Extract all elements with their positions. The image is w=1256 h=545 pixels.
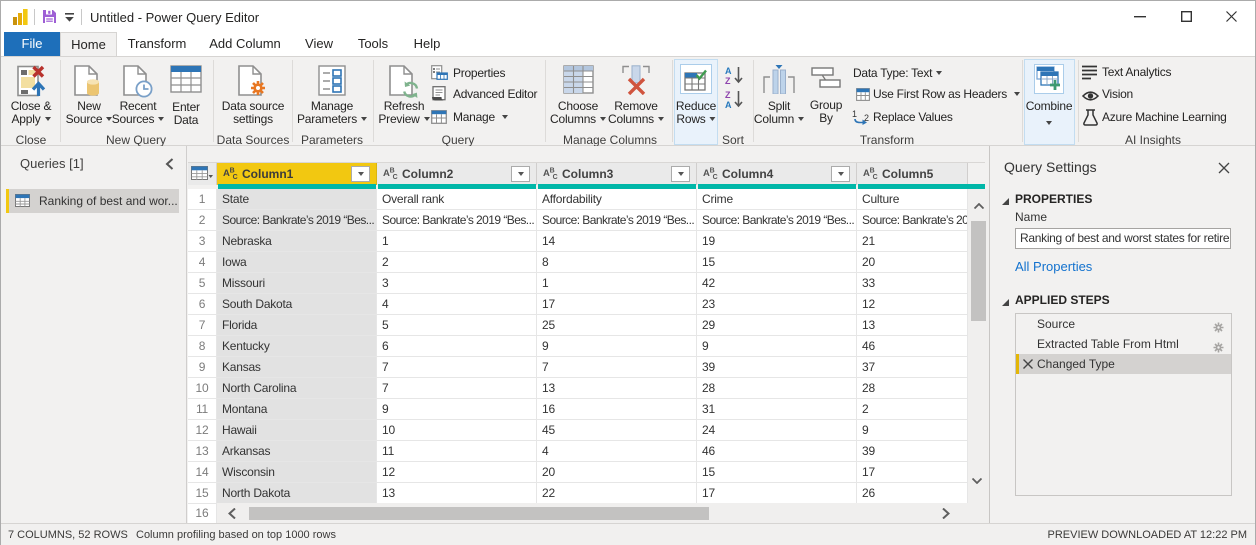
svg-text:C: C [233,174,238,180]
svg-text:1: 1 [852,109,857,119]
svg-text:C: C [713,174,718,180]
svg-text:2: 2 [864,113,869,123]
svg-text:Z: Z [725,76,731,85]
svg-text:C: C [873,174,878,180]
svg-text:C: C [553,174,558,180]
svg-text:Z: Z [725,90,731,100]
svg-text:C: C [393,174,398,180]
svg-text:A: A [725,100,732,109]
svg-text:A: A [725,66,732,76]
